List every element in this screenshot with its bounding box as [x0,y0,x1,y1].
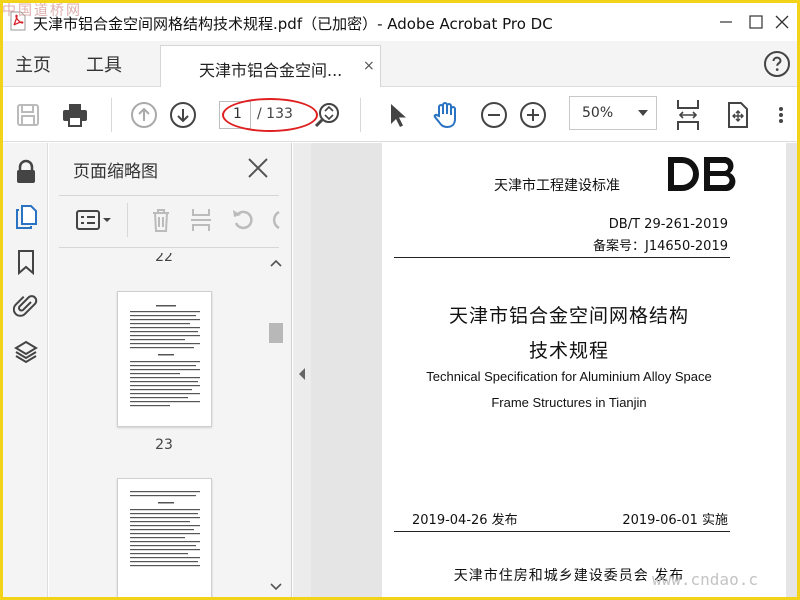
issue-date: 2019-04-26 发布 [412,513,518,528]
watermark-bottom: www.cndao.c [652,570,758,589]
previous-page-icon[interactable] [129,100,159,130]
page-thumbnails-icon[interactable] [13,204,39,230]
thumbnail-page-24[interactable] [117,478,212,597]
thumbnail-text-lines [130,491,200,567]
extract-pages-icon[interactable] [187,206,215,234]
document-title-line2: 技术规程 [528,340,609,362]
document-title-line1: 天津市铝合金空间网格结构 [448,305,689,327]
document-tab[interactable]: 天津市铝合金空间... × [160,45,381,87]
thumbnail-label: 23 [155,437,173,453]
scrollbar-thumb[interactable] [269,323,283,343]
header-rule [394,257,730,258]
zoom-in-icon[interactable] [518,100,548,130]
bookmark-icon[interactable] [13,249,39,275]
thumbnails-panel: 页面缩略图 22 23 [49,143,292,597]
thumbnail-options-icon[interactable] [73,206,113,234]
collapse-arrow-icon [299,368,305,380]
full-screen-icon[interactable] [723,100,753,130]
menu-bar: 主页 工具 天津市铝合金空间... × [3,41,797,87]
footer-rule [394,531,730,532]
lock-icon[interactable] [13,159,39,185]
standard-heading: 天津市工程建设标准 [494,178,620,194]
zoom-out-icon[interactable] [479,100,509,130]
scroll-up-icon[interactable] [270,259,282,267]
fit-width-icon[interactable] [673,98,703,132]
record-number: 备案号：J14650-2019 [593,239,728,254]
toolbar: 1 / 133 50% [3,88,797,142]
save-icon[interactable] [13,100,43,130]
scroll-down-icon[interactable] [270,583,282,591]
document-page: 天津市工程建设标准 DB/T 29-261-2019 备案号：J14650-20… [382,143,786,597]
db-logo [668,157,736,191]
document-view[interactable]: 天津市工程建设标准 DB/T 29-261-2019 备案号：J14650-20… [311,143,797,597]
zoom-value: 50% [582,105,614,121]
select-arrow-icon[interactable] [383,100,413,130]
panel-divider [59,247,279,248]
print-icon[interactable] [60,100,90,130]
document-tab-label: 天津市铝合金空间... [199,61,343,80]
window-title: 天津市铝合金空间网格结构技术规程.pdf（已加密）- Adobe Acrobat… [33,15,553,33]
page-highlight-annotation [222,98,318,132]
chevron-down-icon [638,110,648,116]
thumbnail-scrollbar[interactable] [267,253,285,597]
close-icon[interactable] [245,155,271,181]
close-tab-button[interactable]: × [363,58,375,74]
watermark-top: 中国道桥网 [2,3,82,19]
layers-icon[interactable] [13,339,39,365]
hand-tool-icon[interactable] [430,100,460,130]
thumbnail-page-23[interactable] [117,291,212,427]
panel-divider [59,195,279,196]
title-bar: 天津市铝合金空间网格结构技术规程.pdf（已加密）- Adobe Acrobat… [3,3,797,41]
zoom-select[interactable]: 50% [569,96,657,130]
minimize-button[interactable] [711,9,741,35]
rotate-clockwise-icon[interactable] [267,206,281,234]
menu-tools[interactable]: 工具 [86,51,122,77]
implementation-date: 2019-06-01 实施 [622,513,728,528]
toolbar-separator [111,98,112,132]
thumbnail-text-lines [130,305,200,407]
delete-icon[interactable] [147,206,175,234]
toolbar-separator [360,98,361,132]
english-title-line1: Technical Specification for Aluminium Al… [426,369,712,384]
panel-title: 页面缩略图 [73,162,158,182]
thumbnail-label: 22 [155,253,173,265]
standard-code: DB/T 29-261-2019 [608,217,728,232]
thumbnail-list: 22 23 [49,253,269,597]
attachment-icon[interactable] [13,293,39,319]
help-icon[interactable] [763,50,791,78]
rotate-icon[interactable] [229,206,257,234]
more-options-icon[interactable] [771,100,791,130]
panel-tool-separator [127,203,128,237]
english-title-line2: Frame Structures in Tianjin [491,395,647,410]
zoom-find-icon[interactable] [313,100,343,130]
panel-collapse-handle[interactable] [293,143,311,597]
menu-home[interactable]: 主页 [15,51,51,77]
next-page-icon[interactable] [168,100,198,130]
navigation-rail [3,143,48,597]
close-window-button[interactable] [767,9,797,35]
